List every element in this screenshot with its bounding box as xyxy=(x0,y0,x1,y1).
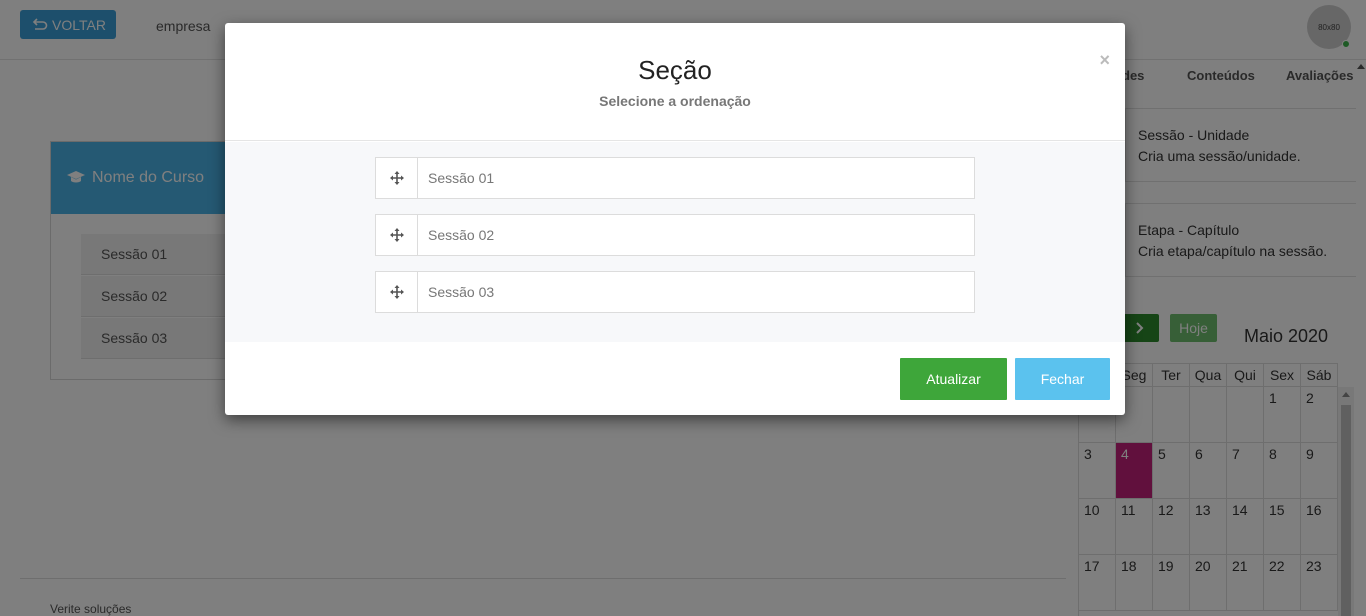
close-button[interactable]: Fechar xyxy=(1015,358,1110,400)
modal-subtitle: Selecione a ordenação xyxy=(599,93,751,109)
move-arrows-icon xyxy=(389,228,404,242)
move-arrows-icon xyxy=(389,285,404,299)
sortable-item-label: Sessão 01 xyxy=(428,170,495,186)
modal-title: Seção xyxy=(638,55,712,85)
close-icon[interactable]: × xyxy=(1099,51,1110,69)
drag-handle[interactable] xyxy=(376,215,418,255)
sortable-item[interactable]: Sessão 01 xyxy=(375,157,975,199)
drag-handle[interactable] xyxy=(376,158,418,198)
sortable-item-label: Sessão 02 xyxy=(428,227,495,243)
section-order-modal: Seção Selecione a ordenação × Sessão 01 … xyxy=(225,23,1125,415)
move-arrows-icon xyxy=(389,171,404,185)
modal-body: Sessão 01 Sessão 02 Sessão 03 xyxy=(225,142,1125,342)
update-button[interactable]: Atualizar xyxy=(900,358,1007,400)
sortable-item[interactable]: Sessão 02 xyxy=(375,214,975,256)
sortable-item-label: Sessão 03 xyxy=(428,284,495,300)
modal-footer: Atualizar Fechar xyxy=(225,342,1125,415)
sortable-item[interactable]: Sessão 03 xyxy=(375,271,975,313)
drag-handle[interactable] xyxy=(376,272,418,312)
modal-header: Seção Selecione a ordenação × xyxy=(225,23,1125,141)
